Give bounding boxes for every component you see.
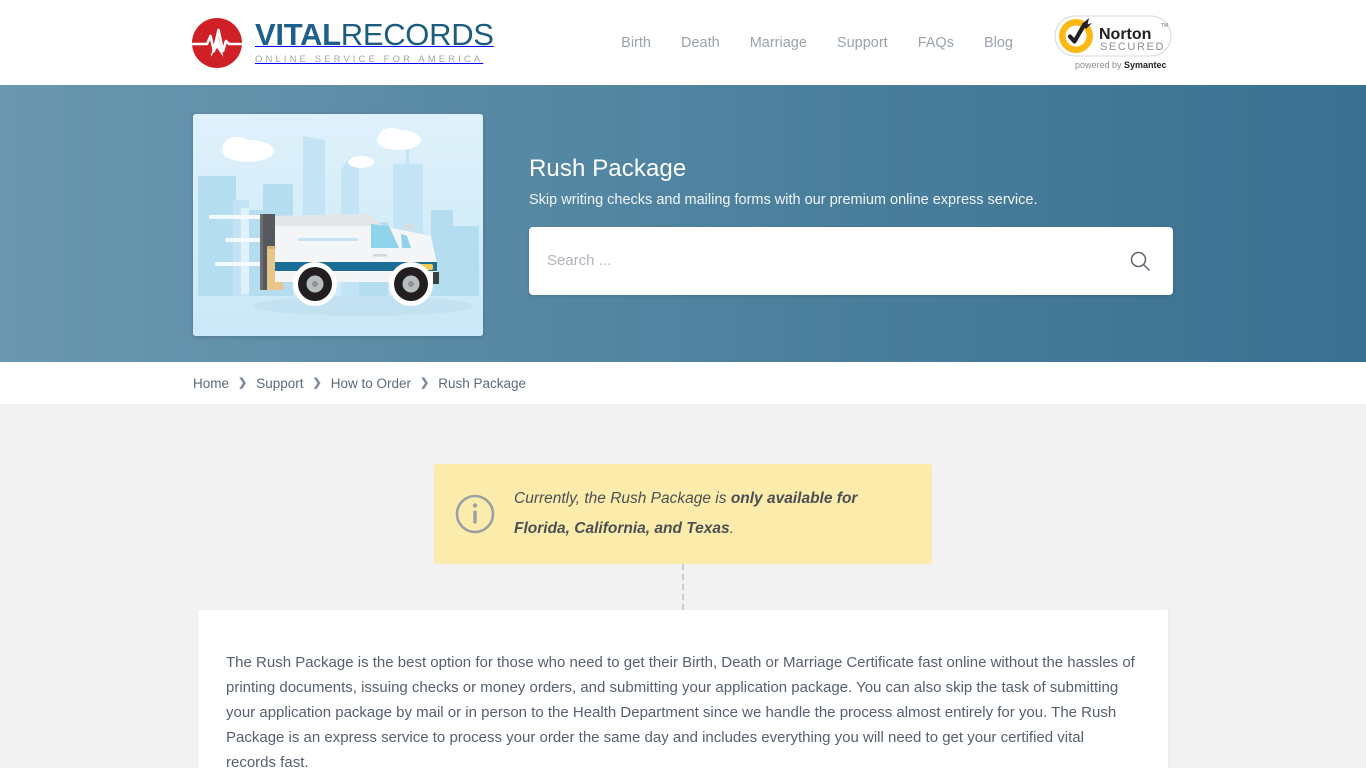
notice-text-lead: Currently, the Rush Package is: [514, 490, 731, 507]
chevron-right-icon: ❯: [238, 376, 248, 389]
chevron-right-icon: ❯: [420, 376, 430, 389]
chevron-right-icon: ❯: [312, 376, 322, 389]
delivery-van-illustration-graphic: [193, 113, 483, 336]
site-header: VITALRECORDS ONLINE SERVICE FOR AMERICA …: [0, 0, 1366, 85]
nav-item-marriage[interactable]: Marriage: [750, 35, 807, 51]
nav-item-birth[interactable]: Birth: [621, 35, 651, 51]
hero-content: Rush Package Skip writing checks and mai…: [529, 155, 1173, 295]
dashed-connector: [682, 564, 684, 611]
logo-title-bold: VITAL: [255, 17, 341, 52]
search-input[interactable]: [547, 252, 1129, 269]
site-logo[interactable]: VITALRECORDS ONLINE SERVICE FOR AMERICA: [191, 17, 621, 69]
content-column: Currently, the Rush Package is only avai…: [193, 464, 1173, 768]
breadcrumb-item-home[interactable]: Home: [193, 376, 229, 391]
breadcrumb-band: Home ❯ Support ❯ How to Order ❯ Rush Pac…: [0, 362, 1366, 404]
logo-title-light: RECORDS: [340, 17, 494, 52]
norton-badge-trademark: TM: [1161, 23, 1168, 29]
page-title: Rush Package: [529, 154, 687, 182]
norton-secured-badge-graphic: Norton TM SECURED powered by Symantec: [1053, 13, 1173, 72]
nav-item-faqs[interactable]: FAQs: [918, 35, 954, 51]
nav-item-blog[interactable]: Blog: [984, 35, 1013, 51]
info-circle-icon: [455, 494, 495, 534]
main-navigation: Birth Death Marriage Support FAQs Blog: [621, 35, 1013, 51]
header-inner: VITALRECORDS ONLINE SERVICE FOR AMERICA …: [191, 0, 1173, 85]
norton-badge-line2: SECURED: [1100, 41, 1165, 53]
breadcrumb-item-current: Rush Package: [438, 375, 527, 391]
page-body: Currently, the Rush Package is only avai…: [0, 404, 1366, 768]
search-box[interactable]: [529, 226, 1173, 295]
norton-badge-line3: powered by Symantec: [1075, 60, 1167, 70]
logo-text: VITALRECORDS ONLINE SERVICE FOR AMERICA: [255, 19, 621, 66]
availability-notice-text: Currently, the Rush Package is only avai…: [514, 484, 910, 544]
nav-item-support[interactable]: Support: [837, 35, 888, 51]
notice-text-tail: .: [729, 520, 734, 538]
rush-package-description: The Rush Package is the best option for …: [226, 654, 1135, 768]
norton-secured-badge[interactable]: Norton TM SECURED powered by Symantec: [1053, 13, 1173, 72]
search-icon[interactable]: [1129, 250, 1151, 272]
breadcrumb: Home ❯ Support ❯ How to Order ❯ Rush Pac…: [193, 376, 1173, 391]
hero-inner: Rush Package Skip writing checks and mai…: [193, 85, 1173, 362]
logo-title: VITALRECORDS: [255, 17, 494, 52]
breadcrumb-item-support[interactable]: Support: [256, 376, 303, 391]
hero-banner: Rush Package Skip writing checks and mai…: [0, 85, 1366, 362]
content-card: The Rush Package is the best option for …: [198, 610, 1168, 768]
nav-item-death[interactable]: Death: [681, 35, 720, 51]
delivery-van-city-illustration: [193, 113, 483, 336]
pulse-heartbeat-icon: [191, 17, 243, 68]
logo-tagline: ONLINE SERVICE FOR AMERICA: [255, 54, 484, 65]
page-subtitle: Skip writing checks and mailing forms wi…: [529, 191, 1038, 208]
availability-notice: Currently, the Rush Package is only avai…: [434, 464, 932, 565]
breadcrumb-item-how-to-order[interactable]: How to Order: [331, 376, 411, 391]
